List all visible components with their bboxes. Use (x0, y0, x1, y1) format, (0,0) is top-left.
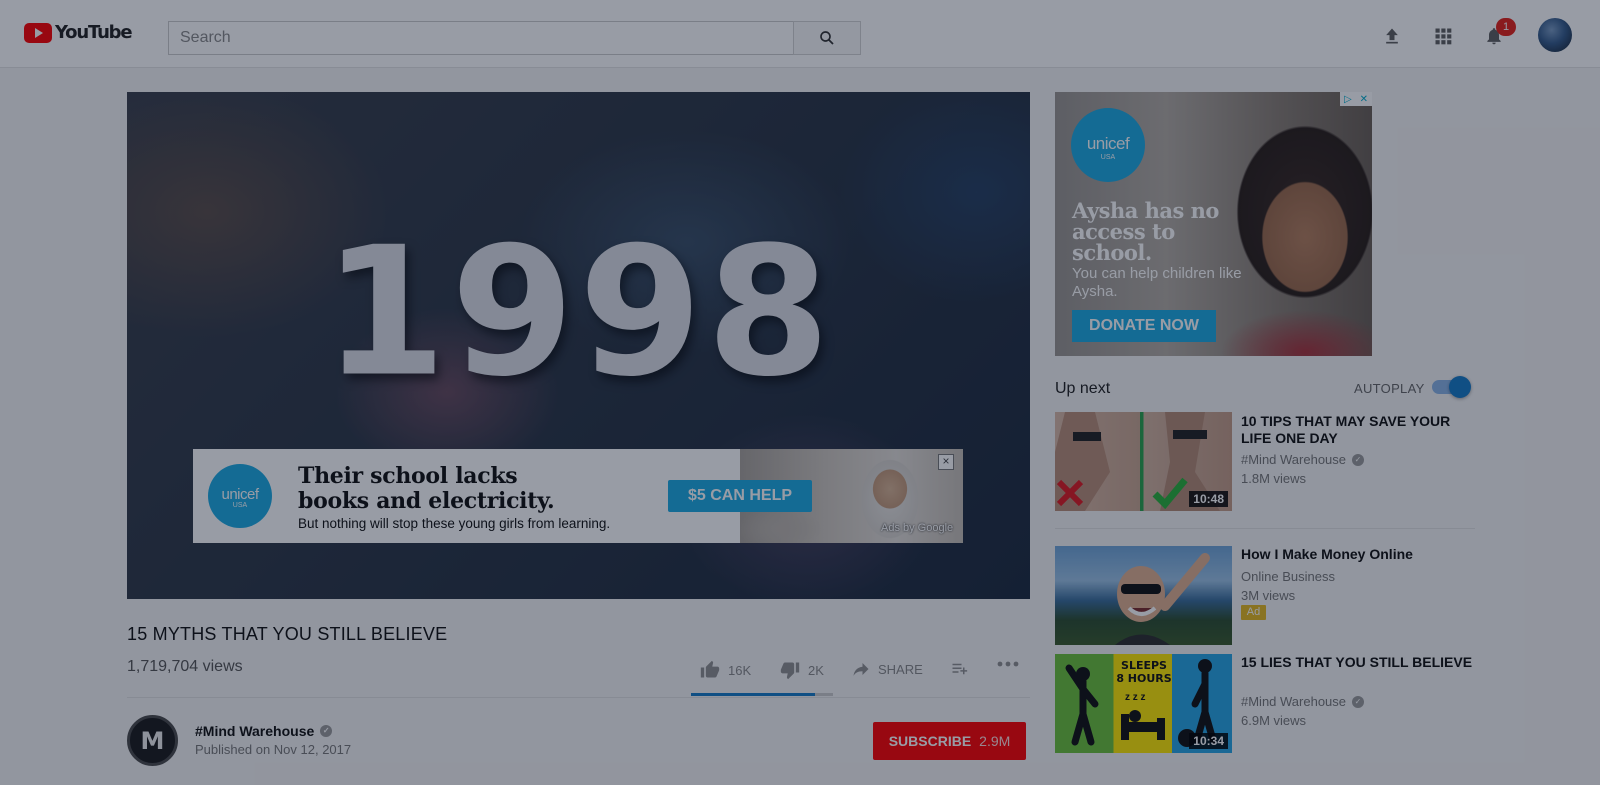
sentiment-bar (691, 693, 833, 696)
side-ad-subtext: You can help children like Aysha. (1072, 265, 1242, 300)
side-ad-logo-name: unicef (1086, 134, 1130, 153)
share-icon (853, 663, 869, 676)
ad-badge: Ad (1241, 605, 1266, 620)
ad-subtext: But nothing will stop these young girls … (298, 516, 611, 531)
rec-title-3[interactable]: 15 LIES THAT YOU STILL BELIEVE (1241, 654, 1481, 671)
info-divider (127, 697, 1030, 698)
youtube-logo[interactable]: YouTube (24, 22, 133, 43)
user-avatar[interactable] (1538, 18, 1572, 52)
rec-views-3: 6.9M views (1241, 713, 1307, 728)
thumb-text-zzz: z z z (1125, 692, 1146, 703)
donate-now-button[interactable]: DONATE NOW (1072, 310, 1216, 342)
ad-close-button[interactable]: × (938, 454, 954, 470)
upload-button[interactable] (1378, 22, 1406, 50)
subscriber-count: 2.9M (979, 733, 1011, 749)
verified-icon: ✓ (320, 725, 333, 737)
rec-divider (1055, 528, 1475, 529)
channel-avatar[interactable]: M (127, 715, 178, 766)
rec-thumbnail-3[interactable]: SLEEPS 8 HOURS z z z 10:34 (1055, 654, 1232, 753)
search-input[interactable] (168, 21, 794, 55)
thumb-text-sleeps: SLEEPS (1121, 659, 1167, 672)
apps-grid-icon (1435, 28, 1452, 45)
add-to-playlist-icon (952, 663, 968, 675)
search-button[interactable] (793, 21, 861, 55)
ad-logo-sub: USA (232, 502, 248, 509)
rec-thumbnail-1[interactable]: 10:48 (1055, 412, 1232, 511)
channel-name-row[interactable]: #Mind Warehouse ✓ (195, 723, 333, 739)
apps-button[interactable] (1429, 22, 1457, 50)
rec-channel-3: #Mind Warehouse (1241, 694, 1347, 709)
verified-icon: ✓ (1352, 453, 1365, 466)
rec-title-2[interactable]: How I Make Money Online (1241, 546, 1481, 563)
more-icon (997, 661, 1019, 667)
rec-views-2: 3M views (1241, 588, 1296, 603)
notification-badge: 1 (1496, 18, 1516, 36)
add-to-playlist-button[interactable] (950, 660, 970, 678)
more-actions-button[interactable] (997, 660, 1019, 668)
rec-channel-1: #Mind Warehouse (1241, 452, 1347, 467)
autoplay-toggle-knob[interactable] (1449, 376, 1471, 398)
view-count: 1,719,704 views (127, 658, 243, 675)
duration-badge: 10:34 (1189, 733, 1228, 749)
ad-headline-line1: Their school lacks (298, 463, 518, 489)
like-button[interactable]: 16K (699, 660, 751, 680)
rec-title-1[interactable]: 10 TIPS THAT MAY SAVE YOUR LIFE ONE DAY (1241, 413, 1481, 447)
overlay-ad[interactable]: unicef USA Their school lacks books and … (193, 449, 963, 543)
dislike-button[interactable]: 2K (779, 660, 824, 680)
side-ad-headline: Aysha has no access to school. (1072, 198, 1219, 265)
share-label: SHARE (878, 661, 923, 677)
sidebar-ad[interactable]: ▷ ✕ unicef USA Aysha has no access to sch… (1055, 92, 1372, 356)
share-button[interactable]: SHARE (851, 660, 923, 678)
ad-attribution[interactable]: Ads by Google (881, 522, 953, 534)
publish-date: Published on Nov 12, 2017 (195, 742, 352, 757)
autoplay-label: AUTOPLAY (1354, 381, 1425, 396)
duration-badge: 10:48 (1189, 491, 1228, 507)
person-illustration-icon (1115, 553, 1210, 645)
verified-icon: ✓ (1352, 695, 1365, 708)
masthead: YouTube 1 (0, 0, 1600, 68)
ad-cta-button[interactable]: $5 CAN HELP (668, 480, 812, 512)
like-count: 16K (728, 662, 752, 678)
logo-text: YouTube (55, 22, 133, 43)
subscribe-button[interactable]: SUBSCRIBE 2.9M (873, 722, 1026, 760)
ad-headline: Their school lacks books and electricity… (298, 464, 678, 514)
ad-choices-icon[interactable]: ▷ ✕ (1340, 92, 1372, 106)
rec-channel-row-1: #Mind Warehouse ✓ (1241, 452, 1365, 467)
video-title: 15 MYTHS THAT YOU STILL BELIEVE (127, 624, 448, 644)
thumb-text-hours: 8 HOURS (1116, 672, 1172, 685)
ad-logo-name: unicef (221, 486, 259, 503)
video-title-card: 1998 (322, 208, 835, 416)
unicef-logo: unicef USA (1071, 108, 1145, 182)
rec-channel-row-3: #Mind Warehouse ✓ (1241, 694, 1365, 709)
unicef-logo: unicef USA (208, 464, 272, 528)
rec-channel-2: Online Business (1241, 569, 1335, 584)
dislike-count: 2K (808, 662, 824, 678)
sentiment-bar-fill (691, 693, 815, 696)
rec-thumbnail-2[interactable] (1055, 546, 1232, 645)
side-ad-logo-sub: USA (1100, 154, 1116, 161)
thumbs-down-icon (780, 662, 800, 680)
channel-name[interactable]: #Mind Warehouse (195, 723, 314, 739)
thumbs-up-icon (700, 660, 720, 678)
subscribe-label: SUBSCRIBE (888, 733, 972, 749)
rec-channel-row-2: Online Business (1241, 569, 1335, 584)
up-next-heading: Up next (1055, 380, 1111, 397)
rec-views-1: 1.8M views (1241, 471, 1307, 486)
youtube-logo-icon (24, 22, 52, 43)
ad-headline-line2: books and electricity. (298, 488, 555, 514)
video-player[interactable]: 1998 unicef USA Their school lacks books… (127, 92, 1030, 599)
search-icon (820, 31, 834, 45)
upload-icon (1386, 28, 1398, 44)
